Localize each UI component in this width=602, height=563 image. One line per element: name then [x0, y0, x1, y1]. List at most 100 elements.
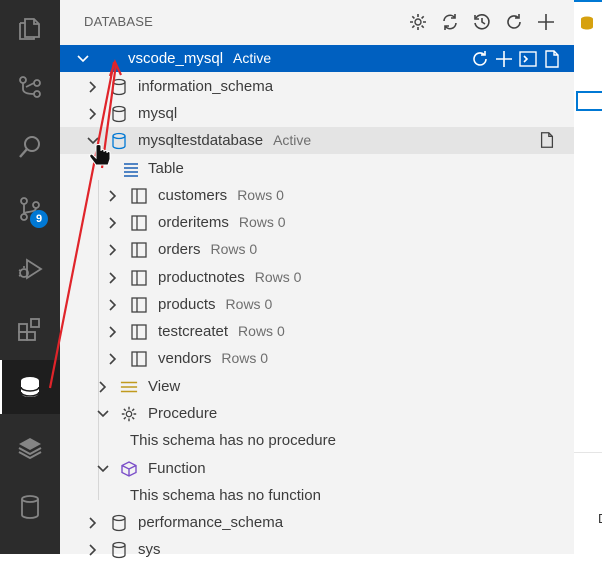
layers-icon[interactable] [0, 420, 60, 474]
table-rows: Rows 0 [238, 214, 286, 230]
list-icon [122, 160, 140, 178]
function-group-row[interactable]: Function [60, 455, 574, 482]
chevron-right-icon[interactable] [106, 189, 120, 203]
schema-actions [538, 131, 556, 153]
connection-row[interactable]: vscode_mysql Active [60, 45, 574, 72]
focused-input[interactable] [576, 91, 602, 111]
schema-row-active[interactable]: mysqltestdatabase Active [60, 127, 574, 154]
table-row[interactable]: productnotes Rows 0 [60, 264, 574, 291]
table-label: customers Rows 0 [158, 187, 284, 204]
panel-title: DATABASE [84, 14, 154, 29]
refresh-icon[interactable] [502, 10, 526, 34]
cylinder-icon[interactable] [0, 480, 60, 534]
extensions-icon[interactable] [0, 302, 60, 356]
chevron-down-icon[interactable] [96, 407, 110, 421]
chevron-right-icon[interactable] [106, 298, 120, 312]
search-icon[interactable] [0, 120, 60, 174]
refresh-icon[interactable] [470, 49, 490, 73]
procedure-group-row[interactable]: Procedure [60, 400, 574, 427]
table-name: products [158, 296, 216, 313]
settings-icon[interactable] [406, 10, 430, 34]
chevron-down-icon[interactable] [76, 52, 90, 66]
table-icon [130, 323, 148, 341]
schema-name: performance_schema [138, 514, 284, 531]
chevron-right-icon[interactable] [106, 243, 120, 257]
scm-badge: 9 [30, 210, 48, 228]
schema-row[interactable]: sys [60, 536, 574, 563]
table-label: orders Rows 0 [158, 241, 257, 258]
schema-name: mysql [138, 105, 178, 122]
schema-row[interactable]: performance_schema [60, 509, 574, 536]
database-panel: DATABASE vscode_mysql Active information… [60, 0, 574, 558]
chevron-down-icon[interactable] [86, 134, 100, 148]
connection-status: Active [233, 50, 272, 66]
procedure-group-label: Procedure [148, 405, 218, 422]
function-group-label: Function [148, 460, 206, 477]
table-group-row[interactable]: Table [60, 155, 574, 182]
history-icon[interactable] [470, 10, 494, 34]
editor-text: D [598, 511, 602, 526]
chevron-right-icon[interactable] [86, 543, 100, 557]
table-row[interactable]: orders Rows 0 [60, 236, 574, 263]
schema-status: Active [273, 132, 312, 148]
schema-row[interactable]: mysql [60, 100, 574, 127]
explorer-icon[interactable] [0, 2, 60, 56]
table-name: orders [158, 241, 201, 258]
new-file-icon[interactable] [538, 131, 556, 153]
chevron-right-icon[interactable] [86, 516, 100, 530]
database-tab-icon [581, 16, 593, 30]
table-rows: Rows 0 [210, 241, 258, 257]
database-icon [110, 105, 128, 123]
terminal-icon[interactable] [518, 49, 538, 73]
table-icon [130, 187, 148, 205]
source-control-graph-icon[interactable] [0, 60, 60, 114]
chevron-right-icon[interactable] [86, 80, 100, 94]
table-name: customers [158, 187, 228, 204]
view-group-row[interactable]: View [60, 373, 574, 400]
table-rows: Rows 0 [237, 187, 284, 203]
header-actions [406, 10, 558, 34]
chevron-right-icon[interactable] [106, 352, 120, 366]
connection-actions [470, 49, 562, 73]
table-rows: Rows 0 [238, 323, 285, 339]
procedure-empty-text: This schema has no procedure [130, 432, 336, 449]
tab-active[interactable] [574, 0, 602, 44]
table-group-label: Table [148, 160, 184, 177]
chevron-right-icon[interactable] [106, 271, 120, 285]
table-label: testcreatet Rows 0 [158, 323, 285, 340]
chevron-right-icon[interactable] [106, 216, 120, 230]
chevron-right-icon[interactable] [106, 325, 120, 339]
table-name: orderitems [158, 214, 229, 231]
table-row[interactable]: customers Rows 0 [60, 182, 574, 209]
table-row[interactable]: orderitems Rows 0 [60, 209, 574, 236]
table-icon [130, 350, 148, 368]
database-icon [110, 541, 128, 559]
table-rows: Rows 0 [254, 269, 302, 285]
chevron-down-icon[interactable] [96, 462, 110, 476]
gear-icon [120, 405, 138, 423]
procedure-empty-row: This schema has no procedure [60, 427, 574, 454]
run-debug-icon[interactable] [0, 242, 60, 296]
table-name: productnotes [158, 269, 245, 286]
table-icon [130, 214, 148, 232]
view-icon [120, 378, 138, 396]
connection-label: vscode_mysql Active [128, 50, 271, 67]
add-icon[interactable] [534, 10, 558, 34]
view-group-label: View [148, 378, 181, 395]
table-row[interactable]: testcreatet Rows 0 [60, 318, 574, 345]
chevron-right-icon[interactable] [86, 107, 100, 121]
add-icon[interactable] [494, 49, 514, 73]
database-icon[interactable] [0, 360, 60, 414]
sync-icon[interactable] [438, 10, 462, 34]
chevron-right-icon[interactable] [96, 380, 110, 394]
table-rows: Rows 0 [225, 296, 273, 312]
source-control-icon[interactable]: 9 [0, 182, 60, 236]
table-row[interactable]: products Rows 0 [60, 291, 574, 318]
table-row[interactable]: vendors Rows 0 [60, 345, 574, 372]
schema-label: mysqltestdatabase Active [138, 132, 311, 149]
table-label: products Rows 0 [158, 296, 272, 313]
new-file-icon[interactable] [542, 49, 562, 73]
database-icon [110, 132, 128, 150]
schema-row[interactable]: information_schema [60, 73, 574, 100]
table-icon [130, 241, 148, 259]
